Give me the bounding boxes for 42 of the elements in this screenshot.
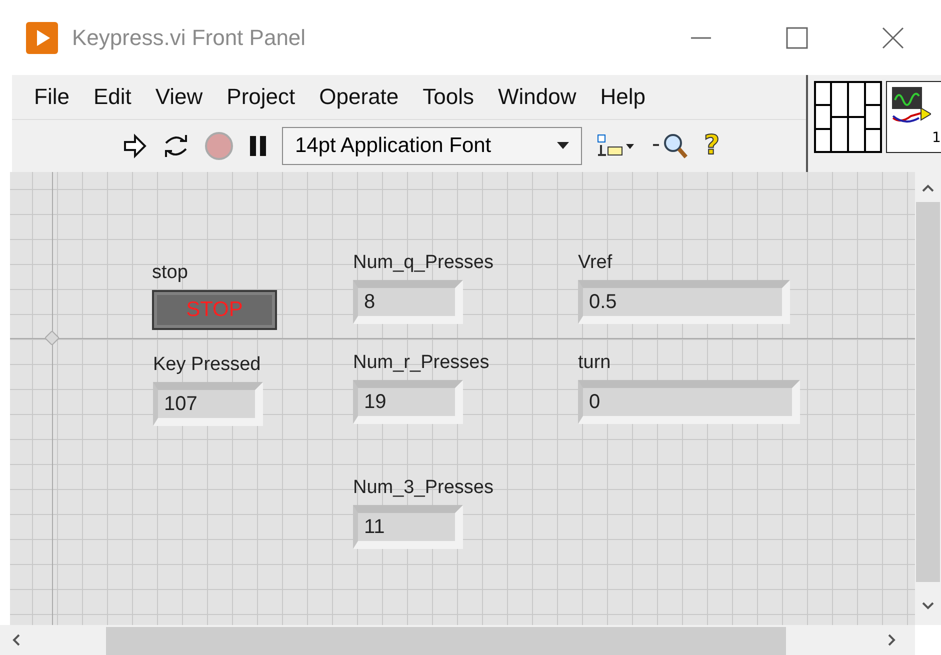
- menu-item[interactable]: Window: [486, 84, 588, 110]
- numeric-indicator: 19: [353, 380, 463, 424]
- menu-item[interactable]: View: [143, 84, 215, 110]
- control-label: turn: [578, 352, 611, 374]
- numeric-indicator: 107: [153, 382, 263, 426]
- connector-pane-icon[interactable]: [814, 81, 882, 153]
- control-label: Key Pressed: [153, 354, 261, 376]
- scroll-up-icon[interactable]: [922, 184, 934, 192]
- menu-item[interactable]: Project: [214, 84, 308, 110]
- run-continuously-icon[interactable]: [162, 133, 190, 159]
- control-label: stop: [152, 262, 188, 284]
- vi-icon-label: 1: [932, 130, 941, 146]
- numeric-indicator: 0: [578, 380, 800, 424]
- font-dropdown[interactable]: 14pt Application Font: [282, 127, 582, 165]
- run-arrow-icon[interactable]: [122, 133, 148, 159]
- control-label: Vref: [578, 252, 612, 274]
- control-label: Num_3_Presses: [353, 477, 494, 499]
- scroll-down-icon[interactable]: [922, 602, 934, 610]
- minimize-icon: [690, 36, 712, 38]
- zoom-icon[interactable]: [650, 131, 690, 161]
- menu-item[interactable]: File: [22, 84, 82, 110]
- align-objects-icon[interactable]: [596, 133, 636, 159]
- control-label: Num_q_Presses: [353, 252, 494, 274]
- menu-item[interactable]: Operate: [307, 84, 411, 110]
- numeric-indicator: 8: [353, 280, 463, 324]
- numeric-indicator: 11: [353, 505, 463, 549]
- close-icon: [882, 26, 904, 48]
- control-label: Num_r_Presses: [353, 352, 490, 374]
- menu-item[interactable]: Tools: [410, 84, 486, 110]
- vi-icon[interactable]: 1: [886, 81, 941, 153]
- app-logo-icon: [26, 22, 58, 54]
- menu-item[interactable]: Edit: [81, 84, 144, 110]
- maximize-icon: [786, 26, 808, 48]
- vertical-scrollbar[interactable]: [915, 172, 941, 625]
- horizontal-scrollbar[interactable]: [0, 625, 915, 655]
- window-title: Keypress.vi Front Panel: [72, 24, 307, 50]
- numeric-indicator: 0.5: [578, 280, 790, 324]
- menu-item[interactable]: Help: [588, 84, 658, 110]
- scroll-left-icon[interactable]: [12, 634, 20, 646]
- caret-icon: [557, 142, 569, 150]
- scroll-right-icon[interactable]: [888, 634, 896, 646]
- pause-icon[interactable]: [248, 135, 268, 157]
